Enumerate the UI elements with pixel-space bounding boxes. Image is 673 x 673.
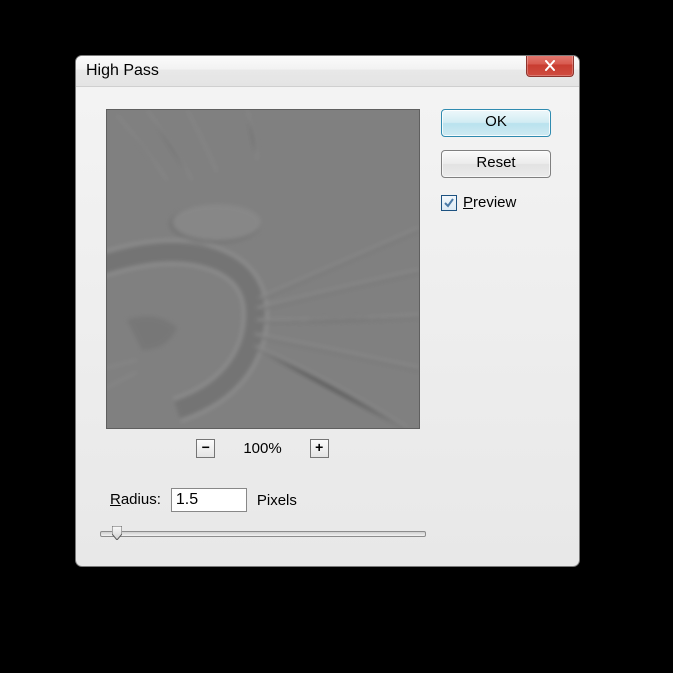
- slider-track: [100, 531, 426, 537]
- plus-icon: +: [315, 442, 323, 456]
- preview-checkbox-row: Preview: [441, 194, 559, 211]
- zoom-controls: − 100% +: [98, 439, 427, 458]
- zoom-in-button[interactable]: +: [310, 439, 329, 458]
- radius-row: Radius: Pixels: [110, 488, 427, 512]
- radius-slider[interactable]: [100, 524, 426, 542]
- radius-label: Radius:: [110, 491, 161, 509]
- titlebar[interactable]: High Pass: [76, 56, 579, 87]
- preview-label: Preview: [463, 194, 516, 211]
- close-icon: [544, 60, 556, 71]
- radius-unit: Pixels: [257, 492, 297, 509]
- dialog-content: − 100% + Radius: Pixels: [76, 87, 579, 566]
- high-pass-dialog: High Pass: [75, 55, 580, 567]
- dialog-title: High Pass: [76, 62, 159, 80]
- close-button[interactable]: [526, 55, 574, 77]
- minus-icon: −: [202, 442, 210, 456]
- check-icon: [443, 197, 455, 209]
- radius-input[interactable]: [171, 488, 247, 512]
- zoom-out-button[interactable]: −: [196, 439, 215, 458]
- slider-thumb[interactable]: [112, 526, 122, 540]
- right-column: OK Reset Preview: [441, 109, 559, 542]
- filter-preview[interactable]: [106, 109, 420, 429]
- left-column: − 100% + Radius: Pixels: [98, 109, 427, 542]
- ok-button[interactable]: OK: [441, 109, 551, 137]
- preview-checkbox[interactable]: [441, 195, 457, 211]
- reset-button[interactable]: Reset: [441, 150, 551, 178]
- zoom-level: 100%: [243, 440, 281, 457]
